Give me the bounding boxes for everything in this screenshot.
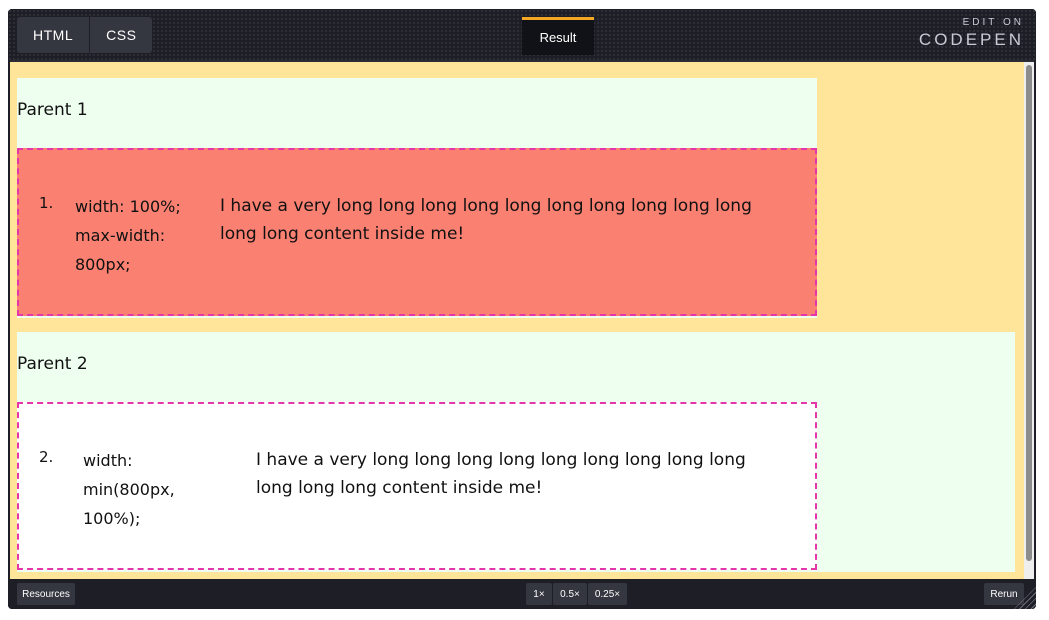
- css-rule-text: width: min(800px, 100%);: [83, 446, 175, 533]
- list-number: 1.: [39, 194, 54, 212]
- tab-css[interactable]: CSS: [89, 17, 153, 53]
- top-toolbar: HTML CSS Result EDIT ON CODEPEN: [8, 9, 1036, 60]
- content-line: long long long content inside me!: [256, 478, 543, 498]
- bottom-toolbar: Resources 1× 0.5× 0.25× Rerun: [8, 579, 1036, 609]
- parent-2: Parent 2 2. width: min(800px, 100%); I h…: [17, 332, 1015, 572]
- parent-1: Parent 1 1. width: 100%; max-width: 800p…: [17, 78, 817, 318]
- edit-on-codepen-link[interactable]: EDIT ON CODEPEN: [919, 17, 1024, 50]
- zoom-1x-button[interactable]: 1×: [526, 583, 552, 605]
- content-text: I have a very long long long long long l…: [256, 446, 796, 502]
- parent-title: Parent 2: [17, 354, 88, 374]
- edit-on-label: EDIT ON: [962, 17, 1024, 28]
- result-viewport: Parent 1 1. width: 100%; max-width: 800p…: [10, 60, 1034, 581]
- css-line: min(800px,: [83, 480, 175, 499]
- css-line: 100%);: [83, 509, 141, 528]
- resources-button[interactable]: Resources: [17, 583, 75, 605]
- content-line: I have a very long long long long long l…: [256, 450, 746, 470]
- vertical-scrollbar[interactable]: [1024, 62, 1034, 581]
- child-box-1: 1. width: 100%; max-width: 800px; I have…: [17, 148, 817, 316]
- content-line: long long content inside me!: [220, 224, 465, 244]
- css-line: 800px;: [75, 255, 131, 274]
- zoom-0-25x-button[interactable]: 0.25×: [588, 583, 627, 605]
- css-line: max-width:: [75, 226, 166, 245]
- css-line: width: 100%;: [75, 197, 181, 216]
- codepen-embed: HTML CSS Result EDIT ON CODEPEN Parent 1…: [8, 9, 1036, 609]
- rerun-button[interactable]: Rerun: [984, 583, 1024, 605]
- css-rule-text: width: 100%; max-width: 800px;: [75, 192, 181, 279]
- editor-tabs: HTML CSS: [17, 17, 153, 53]
- scrollbar-thumb[interactable]: [1026, 65, 1032, 561]
- css-line: width:: [83, 451, 133, 470]
- zoom-0-5x-button[interactable]: 0.5×: [553, 583, 587, 605]
- parent-title: Parent 1: [17, 100, 88, 120]
- content-text: I have a very long long long long long l…: [220, 192, 800, 248]
- content-line: I have a very long long long long long l…: [220, 196, 752, 216]
- tab-html[interactable]: HTML: [17, 17, 90, 53]
- child-box-2: 2. width: min(800px, 100%); I have a ver…: [17, 402, 817, 570]
- list-number: 2.: [39, 448, 54, 466]
- codepen-logo: CODEPEN: [918, 30, 1024, 49]
- tab-result[interactable]: Result: [522, 17, 594, 55]
